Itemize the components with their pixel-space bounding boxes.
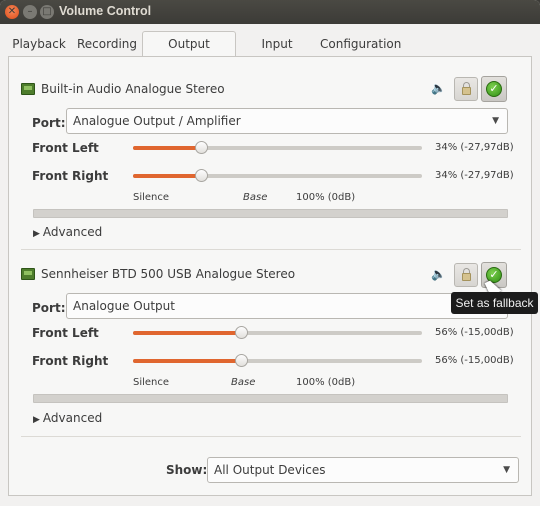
port-label: Port: xyxy=(32,116,66,130)
output-devices-panel: Built-in Audio Analogue Stereo 🔈 ✓ Port:… xyxy=(8,56,532,496)
set-fallback-button[interactable]: ✓ xyxy=(481,76,507,102)
port-select[interactable]: Analogue Output / Amplifier ▼ xyxy=(66,108,508,134)
show-filter-value: All Output Devices xyxy=(214,463,326,477)
base-mark: Base xyxy=(243,192,268,203)
volume-readout: 34% (-27,97dB) xyxy=(435,142,514,153)
slider-knob[interactable] xyxy=(235,354,248,367)
advanced-label: Advanced xyxy=(42,411,103,425)
port-label: Port: xyxy=(32,301,66,315)
volume-slider-front-left[interactable] xyxy=(133,141,422,154)
volume-slider-front-right[interactable] xyxy=(133,354,422,367)
tab-recording[interactable]: Recording xyxy=(72,32,142,56)
base-mark: Base xyxy=(231,377,256,388)
channel-label-front-left: Front Left xyxy=(32,141,99,155)
device-name: Built-in Audio Analogue Stereo xyxy=(41,82,225,96)
port-select[interactable]: Analogue Output xyxy=(66,293,508,319)
slider-fill xyxy=(133,359,241,363)
volume-readout: 56% (-15,00dB) xyxy=(435,355,514,366)
silence-mark: Silence xyxy=(133,192,170,203)
slider-knob[interactable] xyxy=(195,141,208,154)
port-select-value: Analogue Output xyxy=(73,299,175,313)
volume-control-window: ✕ – □ Volume Control Playback Recording … xyxy=(0,0,540,506)
port-select-value: Analogue Output / Amplifier xyxy=(73,114,241,128)
tab-output-devices[interactable]: Output Devices xyxy=(142,31,236,75)
close-window-button[interactable]: ✕ xyxy=(5,5,19,19)
device-separator xyxy=(21,249,521,250)
volume-slider-front-left[interactable] xyxy=(133,326,422,339)
device-separator xyxy=(21,436,521,437)
dropdown-arrow-icon: ▼ xyxy=(492,116,499,126)
slider-fill xyxy=(133,146,201,150)
slider-knob[interactable] xyxy=(235,326,248,339)
expander-arrow-icon: ▶ xyxy=(33,415,40,425)
dropdown-arrow-icon: ▼ xyxy=(503,465,510,475)
volume-readout: 34% (-27,97dB) xyxy=(435,170,514,181)
lock-body xyxy=(462,273,471,281)
advanced-expander[interactable]: ▶ Advanced xyxy=(33,411,102,425)
slider-knob[interactable] xyxy=(195,169,208,182)
expander-arrow-icon: ▶ xyxy=(33,229,40,239)
show-filter-select[interactable]: All Output Devices ▼ xyxy=(207,457,519,483)
tab-input-devices[interactable]: Input Devices xyxy=(238,32,316,75)
advanced-label: Advanced xyxy=(42,225,103,239)
show-label: Show: xyxy=(166,463,208,477)
device-name: Sennheiser BTD 500 USB Analogue Stereo xyxy=(41,267,296,281)
silence-mark: Silence xyxy=(133,377,170,388)
volume-readout: 56% (-15,00dB) xyxy=(435,327,514,338)
speaker-icon[interactable]: 🔈 xyxy=(431,267,446,281)
full-volume-mark: 100% (0dB) xyxy=(296,377,356,388)
slider-fill xyxy=(133,331,241,335)
channel-label-front-right: Front Right xyxy=(32,169,109,183)
lock-channels-button[interactable] xyxy=(454,77,478,101)
advanced-expander[interactable]: ▶ Advanced xyxy=(33,225,102,239)
maximize-window-button[interactable]: □ xyxy=(40,5,54,19)
slider-fill xyxy=(133,174,201,178)
full-volume-mark: 100% (0dB) xyxy=(296,192,356,203)
fallback-tooltip: Set as fallback xyxy=(451,292,538,314)
peak-meter xyxy=(33,394,508,403)
lock-body xyxy=(462,87,471,95)
soundcard-icon xyxy=(21,83,35,95)
tab-configuration[interactable]: Configuration xyxy=(320,32,401,56)
window-title: Volume Control xyxy=(59,4,152,18)
titlebar: ✕ – □ Volume Control xyxy=(0,0,540,24)
soundcard-icon xyxy=(21,268,35,280)
peak-meter xyxy=(33,209,508,218)
tab-playback[interactable]: Playback xyxy=(8,32,70,56)
minimize-window-button[interactable]: – xyxy=(23,5,37,19)
speaker-icon[interactable]: 🔈 xyxy=(431,81,446,95)
channel-label-front-left: Front Left xyxy=(32,326,99,340)
channel-label-front-right: Front Right xyxy=(32,354,109,368)
volume-slider-front-right[interactable] xyxy=(133,169,422,182)
check-icon: ✓ xyxy=(486,81,502,97)
lock-channels-button[interactable] xyxy=(454,263,478,287)
